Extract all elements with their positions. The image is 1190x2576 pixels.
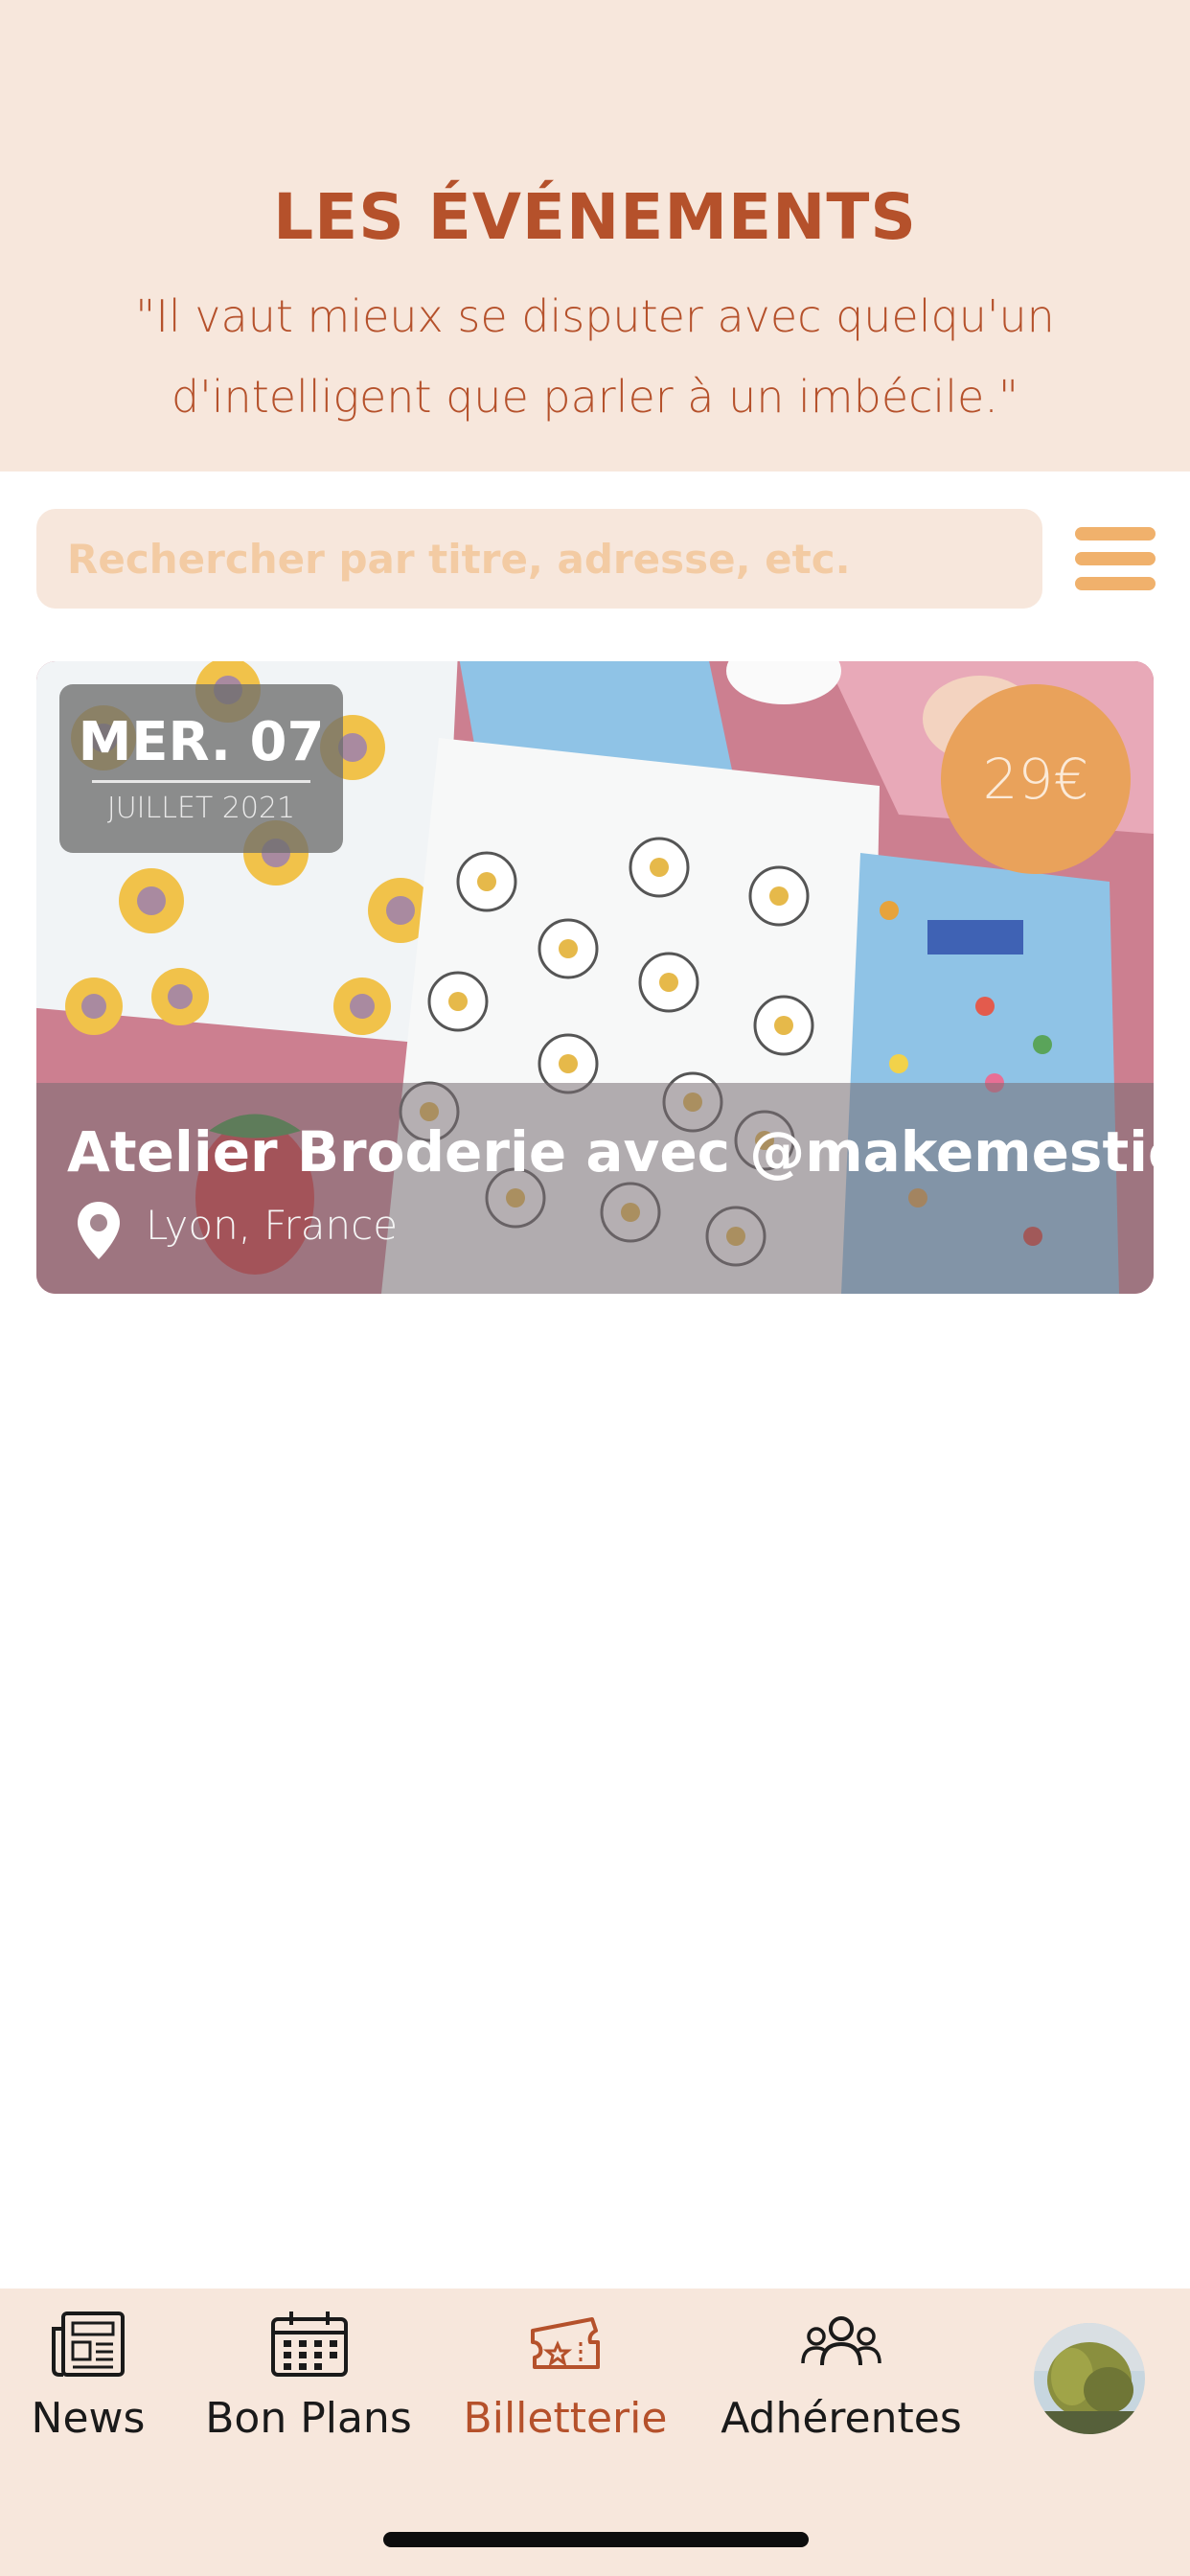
event-title: Atelier Broderie avec @makemestich <box>67 1119 1154 1184</box>
date-divider <box>92 780 310 783</box>
event-date-day: MER. 07 <box>78 711 325 773</box>
quote-line-2: d'intelligent que parler à un imbécile." <box>171 371 1019 423</box>
event-date-badge: MER. 07 JUILLET 2021 <box>59 684 343 853</box>
quote-line-1: "Il vaut mieux se disputer avec quelqu'u… <box>135 290 1055 342</box>
header-quote: "Il vaut mieux se disputer avec quelqu'u… <box>105 276 1085 437</box>
home-indicator[interactable] <box>383 2532 809 2547</box>
ticket-icon <box>531 2317 600 2369</box>
event-date-month: JUILLET 2021 <box>106 792 296 825</box>
calendar-icon <box>271 2312 348 2377</box>
event-info-overlay <box>36 1083 1154 1294</box>
newspaper-icon <box>52 2312 125 2377</box>
page-title: LES ÉVÉNEMENTS <box>273 180 917 254</box>
map-pin-icon <box>78 1202 120 1259</box>
people-icon <box>801 2316 881 2366</box>
tab-bon-plans-label: Bon Plans <box>205 2394 412 2443</box>
tab-adherentes-label: Adhérentes <box>721 2394 962 2443</box>
event-card[interactable]: MER. 07 JUILLET 2021 29€ Atelier Broderi… <box>36 661 1154 1294</box>
event-location: Lyon, France <box>146 1202 399 1249</box>
search-input[interactable]: Rechercher par titre, adresse, etc. <box>36 509 1042 609</box>
event-price-badge: 29€ <box>941 684 1131 874</box>
page-header: LES ÉVÉNEMENTS "Il vaut mieux se dispute… <box>0 0 1190 472</box>
search-placeholder: Rechercher par titre, adresse, etc. <box>67 536 851 583</box>
tab-news-label: News <box>31 2394 146 2443</box>
hamburger-menu-icon[interactable] <box>1075 527 1156 590</box>
profile-avatar[interactable] <box>1034 2323 1145 2434</box>
profile-photo <box>1034 2323 1145 2434</box>
tab-billetterie-label: Billetterie <box>463 2394 668 2443</box>
